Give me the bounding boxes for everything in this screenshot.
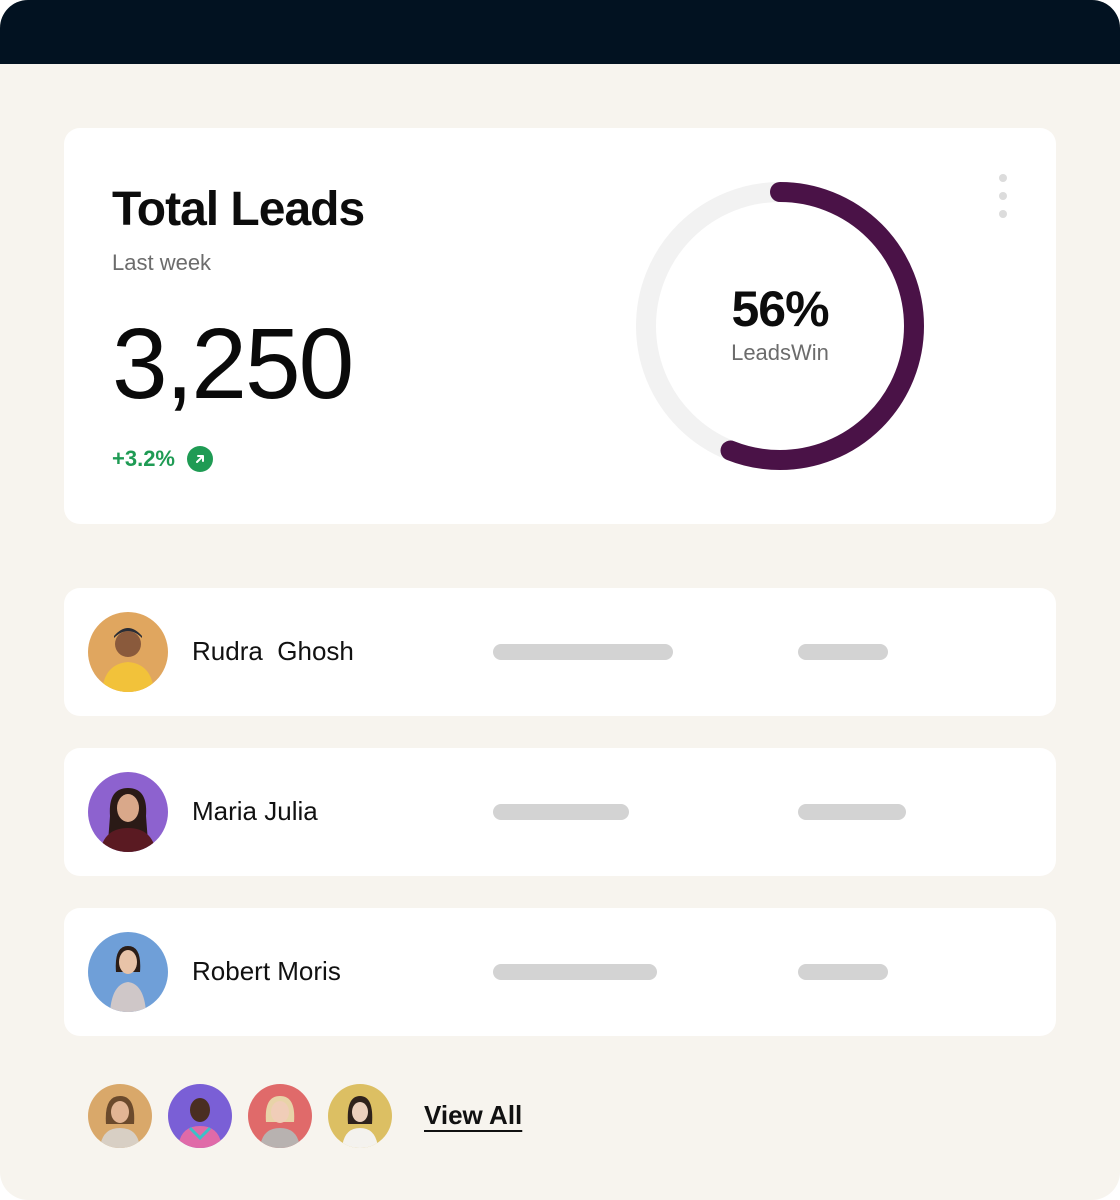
donut-center: 56% LeadsWin [630, 176, 930, 476]
placeholder-bar [493, 964, 657, 980]
avatar [88, 932, 168, 1012]
donut-caption: LeadsWin [731, 340, 829, 365]
kebab-dot [999, 210, 1007, 218]
total-leads-value: 3,250 [112, 308, 354, 420]
placeholder-bar [798, 964, 888, 980]
lead-row[interactable]: Robert Moris [64, 908, 1056, 1036]
card-title: Total Leads [112, 183, 365, 236]
placeholder-bar [493, 804, 629, 820]
avatar [88, 612, 168, 692]
avatar-group [88, 1084, 392, 1148]
trend-percent: +3.2% [112, 446, 175, 471]
avatar[interactable] [328, 1084, 392, 1148]
avatar[interactable] [248, 1084, 312, 1148]
avatar[interactable] [88, 1084, 152, 1148]
lead-name: Rudra Ghosh [192, 636, 354, 666]
placeholder-bar [798, 644, 888, 660]
avatar [88, 772, 168, 852]
lead-name: Maria Julia [192, 796, 318, 826]
period-label: Last week [112, 250, 212, 275]
kebab-dot [999, 174, 1007, 182]
top-bar [0, 0, 1120, 64]
app-window: Total Leads Last week 3,250 +3.2% 56% Le… [0, 0, 1120, 1200]
lead-name: Robert Moris [192, 956, 341, 986]
total-leads-card: Total Leads Last week 3,250 +3.2% 56% Le… [64, 128, 1056, 524]
lead-row[interactable]: Rudra Ghosh [64, 588, 1056, 716]
lead-row[interactable]: Maria Julia [64, 748, 1056, 876]
avatar[interactable] [168, 1084, 232, 1148]
donut-percent: 56% [731, 281, 829, 337]
kebab-dot [999, 192, 1007, 200]
trend-indicator: +3.2% [112, 446, 213, 472]
arrow-up-right-icon [187, 446, 213, 472]
view-all-link[interactable]: View All [424, 1100, 522, 1131]
placeholder-bar [798, 804, 906, 820]
more-vertical-icon[interactable] [996, 174, 1010, 218]
placeholder-bar [493, 644, 673, 660]
